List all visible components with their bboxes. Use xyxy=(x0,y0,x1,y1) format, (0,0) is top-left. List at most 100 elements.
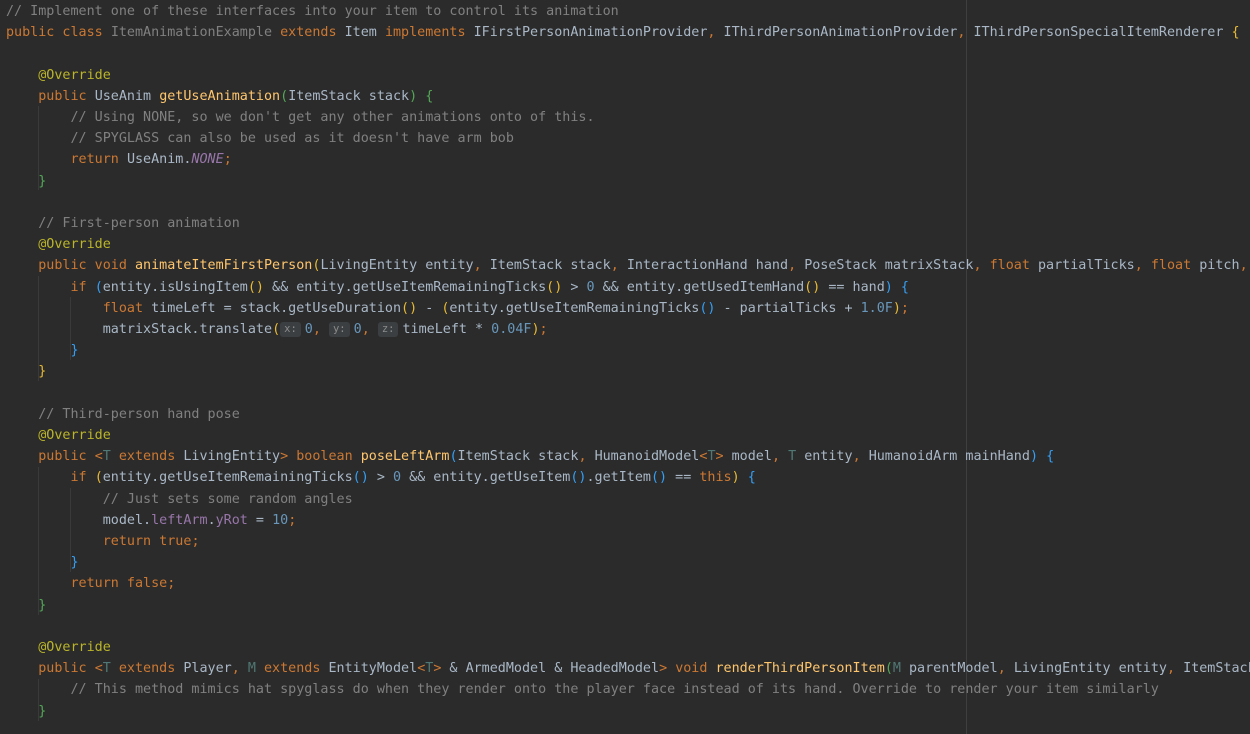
code-line[interactable]: // This method mimics hat spyglass do wh… xyxy=(6,679,1159,700)
code-token: ItemAnimationExample xyxy=(110,25,281,41)
code-line[interactable]: @Override xyxy=(6,234,111,255)
code-line[interactable]: } xyxy=(6,595,46,616)
code-line[interactable]: @Override xyxy=(6,425,111,446)
code-line[interactable]: return UseAnim.NONE; xyxy=(6,149,232,170)
code-token: T xyxy=(788,449,805,465)
code-token: // Using NONE, so we don't get any other… xyxy=(70,110,595,125)
code-line[interactable]: public <T extends Player, M extends Enti… xyxy=(6,658,1250,679)
code-token: entity.getUsedItemHand xyxy=(626,279,805,295)
code-line[interactable]: @Override xyxy=(6,65,111,86)
code-token: , xyxy=(957,25,974,41)
code-token: , xyxy=(1134,258,1151,274)
code-token: hand xyxy=(852,279,885,295)
code-line[interactable]: public UseAnim getUseAnimation(ItemStack… xyxy=(6,86,433,107)
code-token: // Just sets some random angles xyxy=(102,491,353,507)
code-line[interactable]: // SPYGLASS can also be used as it doesn… xyxy=(6,128,514,149)
code-token: () xyxy=(699,300,716,316)
code-token: { xyxy=(425,88,434,104)
code-token: entity.getUseItemRemainingTicks xyxy=(102,470,353,486)
code-token: public class xyxy=(6,25,111,41)
code-token: ItemStack stack xyxy=(288,88,410,104)
code-token: > xyxy=(715,449,732,465)
code-token: { xyxy=(1046,449,1055,465)
code-line[interactable]: } xyxy=(6,340,79,361)
parameter-hint: x: xyxy=(280,322,301,337)
code-token: ) xyxy=(884,279,901,295)
code-line[interactable]: public <T extends LivingEntity> boolean … xyxy=(6,446,1054,467)
code-token: if xyxy=(70,470,95,486)
code-token: && xyxy=(401,470,434,486)
code-token: , xyxy=(997,661,1014,677)
code-token: public xyxy=(38,88,95,104)
code-token: if xyxy=(70,279,95,295)
code-line[interactable]: // First-person animation xyxy=(6,213,240,234)
code-line[interactable]: if (entity.getUseItemRemainingTicks() > … xyxy=(6,467,756,488)
code-line[interactable]: // Implement one of these interfaces int… xyxy=(6,1,619,22)
code-token: , xyxy=(231,661,248,677)
code-token: animateItemFirstPerson xyxy=(135,258,313,274)
code-token: this xyxy=(699,470,732,486)
code-token: yRot xyxy=(215,512,248,528)
code-token: EntityModel xyxy=(328,661,418,677)
code-line[interactable]: float timeLeft = stack.getUseDuration() … xyxy=(6,298,909,319)
code-token: return true xyxy=(102,534,192,549)
code-line[interactable]: // Third-person hand pose xyxy=(6,404,240,425)
code-token: M xyxy=(892,661,909,677)
code-line[interactable]: public void animateItemFirstPerson(Livin… xyxy=(6,255,1250,276)
parameter-hint: y: xyxy=(328,322,350,337)
code-line[interactable]: @Override xyxy=(6,637,111,658)
code-token: Player xyxy=(183,661,232,677)
code-token: () xyxy=(650,470,668,486)
code-token: ; xyxy=(167,576,176,592)
code-token: LivingEntity entity xyxy=(1013,661,1167,677)
code-token: , xyxy=(473,258,490,274)
code-token: 1.0F xyxy=(860,300,893,316)
code-line[interactable]: model.leftArm.yRot = 10; xyxy=(6,510,297,531)
code-token: ) xyxy=(1029,449,1047,465)
code-line[interactable]: if (entity.isUsingItem() && entity.getUs… xyxy=(6,277,909,298)
code-token: , xyxy=(771,449,789,465)
code-token: , xyxy=(1167,661,1184,677)
code-line[interactable]: // Using NONE, so we don't get any other… xyxy=(6,107,595,128)
code-token: extends xyxy=(118,449,184,465)
code-token: ) xyxy=(731,470,748,486)
code-line[interactable]: return true; xyxy=(6,531,200,552)
code-token: public void xyxy=(38,258,135,274)
code-token: () xyxy=(804,279,821,295)
code-line[interactable]: } xyxy=(6,552,79,573)
code-token: float xyxy=(102,300,152,316)
code-token: () xyxy=(546,279,563,295)
code-line[interactable]: } xyxy=(6,701,46,722)
code-token: UseAnim xyxy=(94,88,160,104)
code-line[interactable]: public class ItemAnimationExample extend… xyxy=(6,22,1240,43)
code-token: @Override xyxy=(38,237,111,253)
code-token: @Override xyxy=(38,640,111,655)
code-token: @Override xyxy=(38,67,111,83)
code-token: .getItem xyxy=(586,470,651,486)
code-token: < xyxy=(94,661,103,677)
code-token: float xyxy=(989,258,1038,274)
code-token: () xyxy=(401,300,418,316)
code-line[interactable]: } xyxy=(6,171,46,192)
code-token: - xyxy=(417,300,442,316)
code-line[interactable]: return false; xyxy=(6,573,176,594)
code-line[interactable]: } xyxy=(6,361,46,382)
code-token: , xyxy=(788,258,805,274)
code-token: 0 xyxy=(392,470,402,486)
code-line[interactable]: matrixStack.translate(x: 0, y: 0, z: timeLe… xyxy=(6,319,548,340)
code-token: () xyxy=(247,279,264,295)
code-line[interactable]: // Just sets some random angles xyxy=(6,489,353,510)
code-token: timeLeft * xyxy=(402,322,492,337)
code-editor[interactable]: // Implement one of these interfaces int… xyxy=(0,0,1250,734)
code-token: { xyxy=(1231,25,1240,41)
code-token: 0 xyxy=(304,322,313,337)
